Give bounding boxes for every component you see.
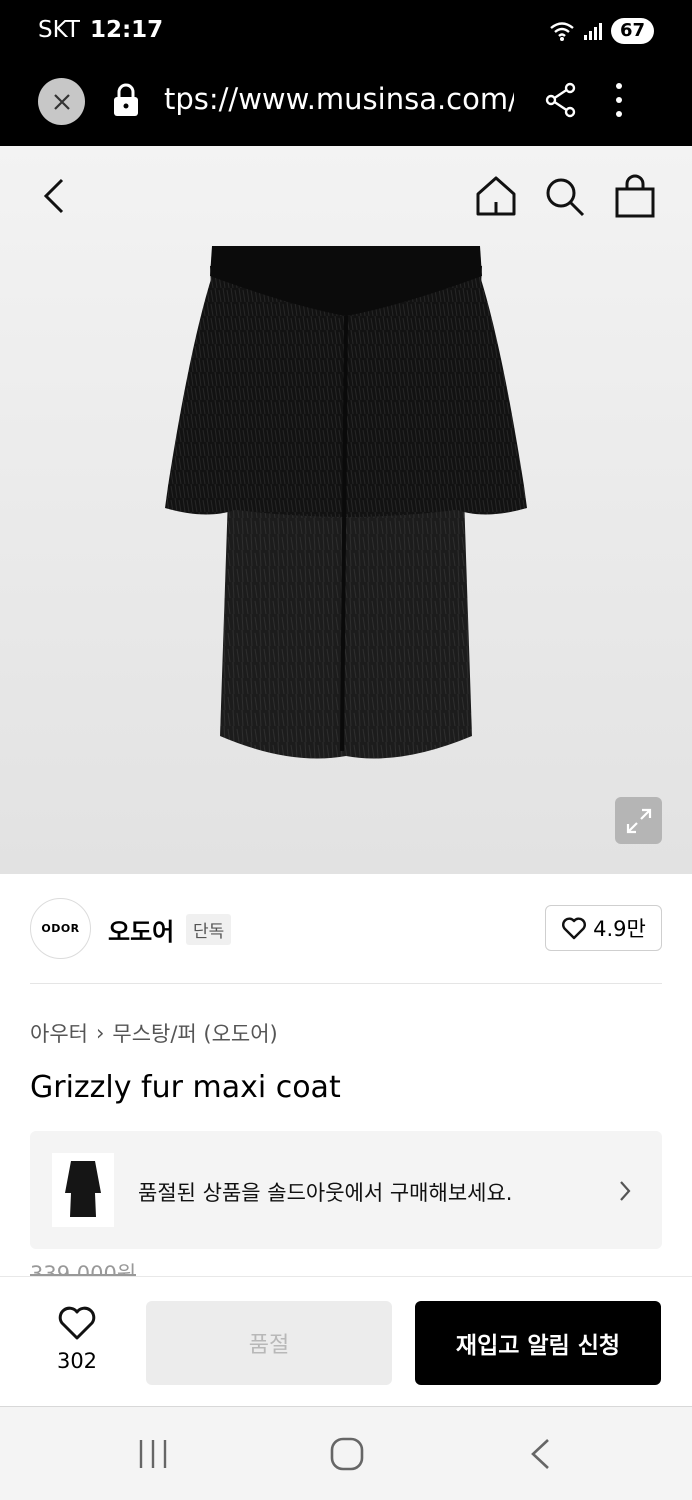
product-title: Grizzly fur maxi coat	[30, 1070, 341, 1105]
wish-count: 302	[56, 1349, 98, 1373]
soldout-thumbnail	[52, 1153, 114, 1227]
status-right: 67	[549, 18, 654, 44]
brand-logo-text: ODOR	[41, 922, 80, 935]
restock-alert-button[interactable]: 재입고 알림 신청	[415, 1301, 661, 1385]
soldout-button[interactable]: 품절	[146, 1301, 392, 1385]
more-vertical-icon[interactable]	[614, 80, 624, 120]
system-back-icon[interactable]	[528, 1437, 552, 1471]
share-icon[interactable]	[544, 82, 578, 118]
soldout-banner-text: 품절된 상품을 솔드아웃에서 구매해보세요.	[138, 1181, 513, 1205]
coat-thumbnail-image	[65, 1161, 101, 1217]
signal-icon	[583, 23, 602, 40]
breadcrumb-subcategory[interactable]: 무스탕/퍼 (오도어)	[112, 1018, 277, 1048]
heart-icon	[562, 917, 587, 940]
chevron-right-icon	[620, 1181, 631, 1201]
brand-like-count: 4.9만	[593, 917, 646, 941]
wifi-icon	[550, 22, 574, 41]
breadcrumb-category[interactable]: 아우터	[30, 1018, 88, 1048]
close-icon	[53, 93, 70, 110]
url-field[interactable]: tps://www.musinsa.com/p	[164, 82, 514, 116]
page-header	[0, 146, 692, 246]
product-photo[interactable]	[150, 246, 542, 766]
exclusive-badge: 단독	[186, 914, 232, 945]
divider	[30, 983, 662, 984]
back-arrow-icon[interactable]	[40, 176, 66, 216]
close-tab-button[interactable]	[38, 78, 85, 125]
brand-row: ODOR 오도어 단독 4.9만	[30, 898, 662, 960]
home-button-icon[interactable]	[330, 1437, 364, 1471]
wish-button[interactable]: 302	[46, 1305, 108, 1373]
browser-toolbar: tps://www.musinsa.com/p	[0, 66, 692, 146]
search-icon[interactable]	[544, 176, 586, 218]
brand-like-button[interactable]: 4.9만	[545, 905, 662, 951]
brand-logo[interactable]: ODOR	[30, 898, 91, 959]
heart-outline-icon	[58, 1306, 96, 1340]
purchase-bar: 302 품절 재입고 알림 신청	[0, 1276, 692, 1406]
carrier-label: SKT	[38, 17, 80, 43]
expand-icon	[626, 808, 651, 833]
status-left: SKT 12:17	[38, 17, 163, 43]
original-price: 339,000원	[30, 1262, 137, 1276]
shopping-bag-icon[interactable]	[614, 174, 656, 218]
home-icon[interactable]	[474, 174, 518, 218]
system-nav-bar	[0, 1406, 692, 1500]
breadcrumb: 아우터 › 무스탕/퍼 (오도어)	[30, 1018, 278, 1048]
breadcrumb-separator: ›	[95, 1021, 105, 1045]
brand-name[interactable]: 오도어	[108, 912, 174, 947]
product-image-area	[0, 146, 692, 874]
soldout-banner[interactable]: 품절된 상품을 솔드아웃에서 구매해보세요.	[30, 1131, 662, 1249]
status-bar: SKT 12:17 67	[0, 0, 692, 66]
lock-icon	[114, 83, 138, 116]
expand-image-button[interactable]	[615, 797, 662, 844]
battery-indicator: 67	[610, 18, 654, 44]
clock: 12:17	[89, 17, 164, 43]
recent-apps-icon[interactable]	[136, 1437, 170, 1471]
